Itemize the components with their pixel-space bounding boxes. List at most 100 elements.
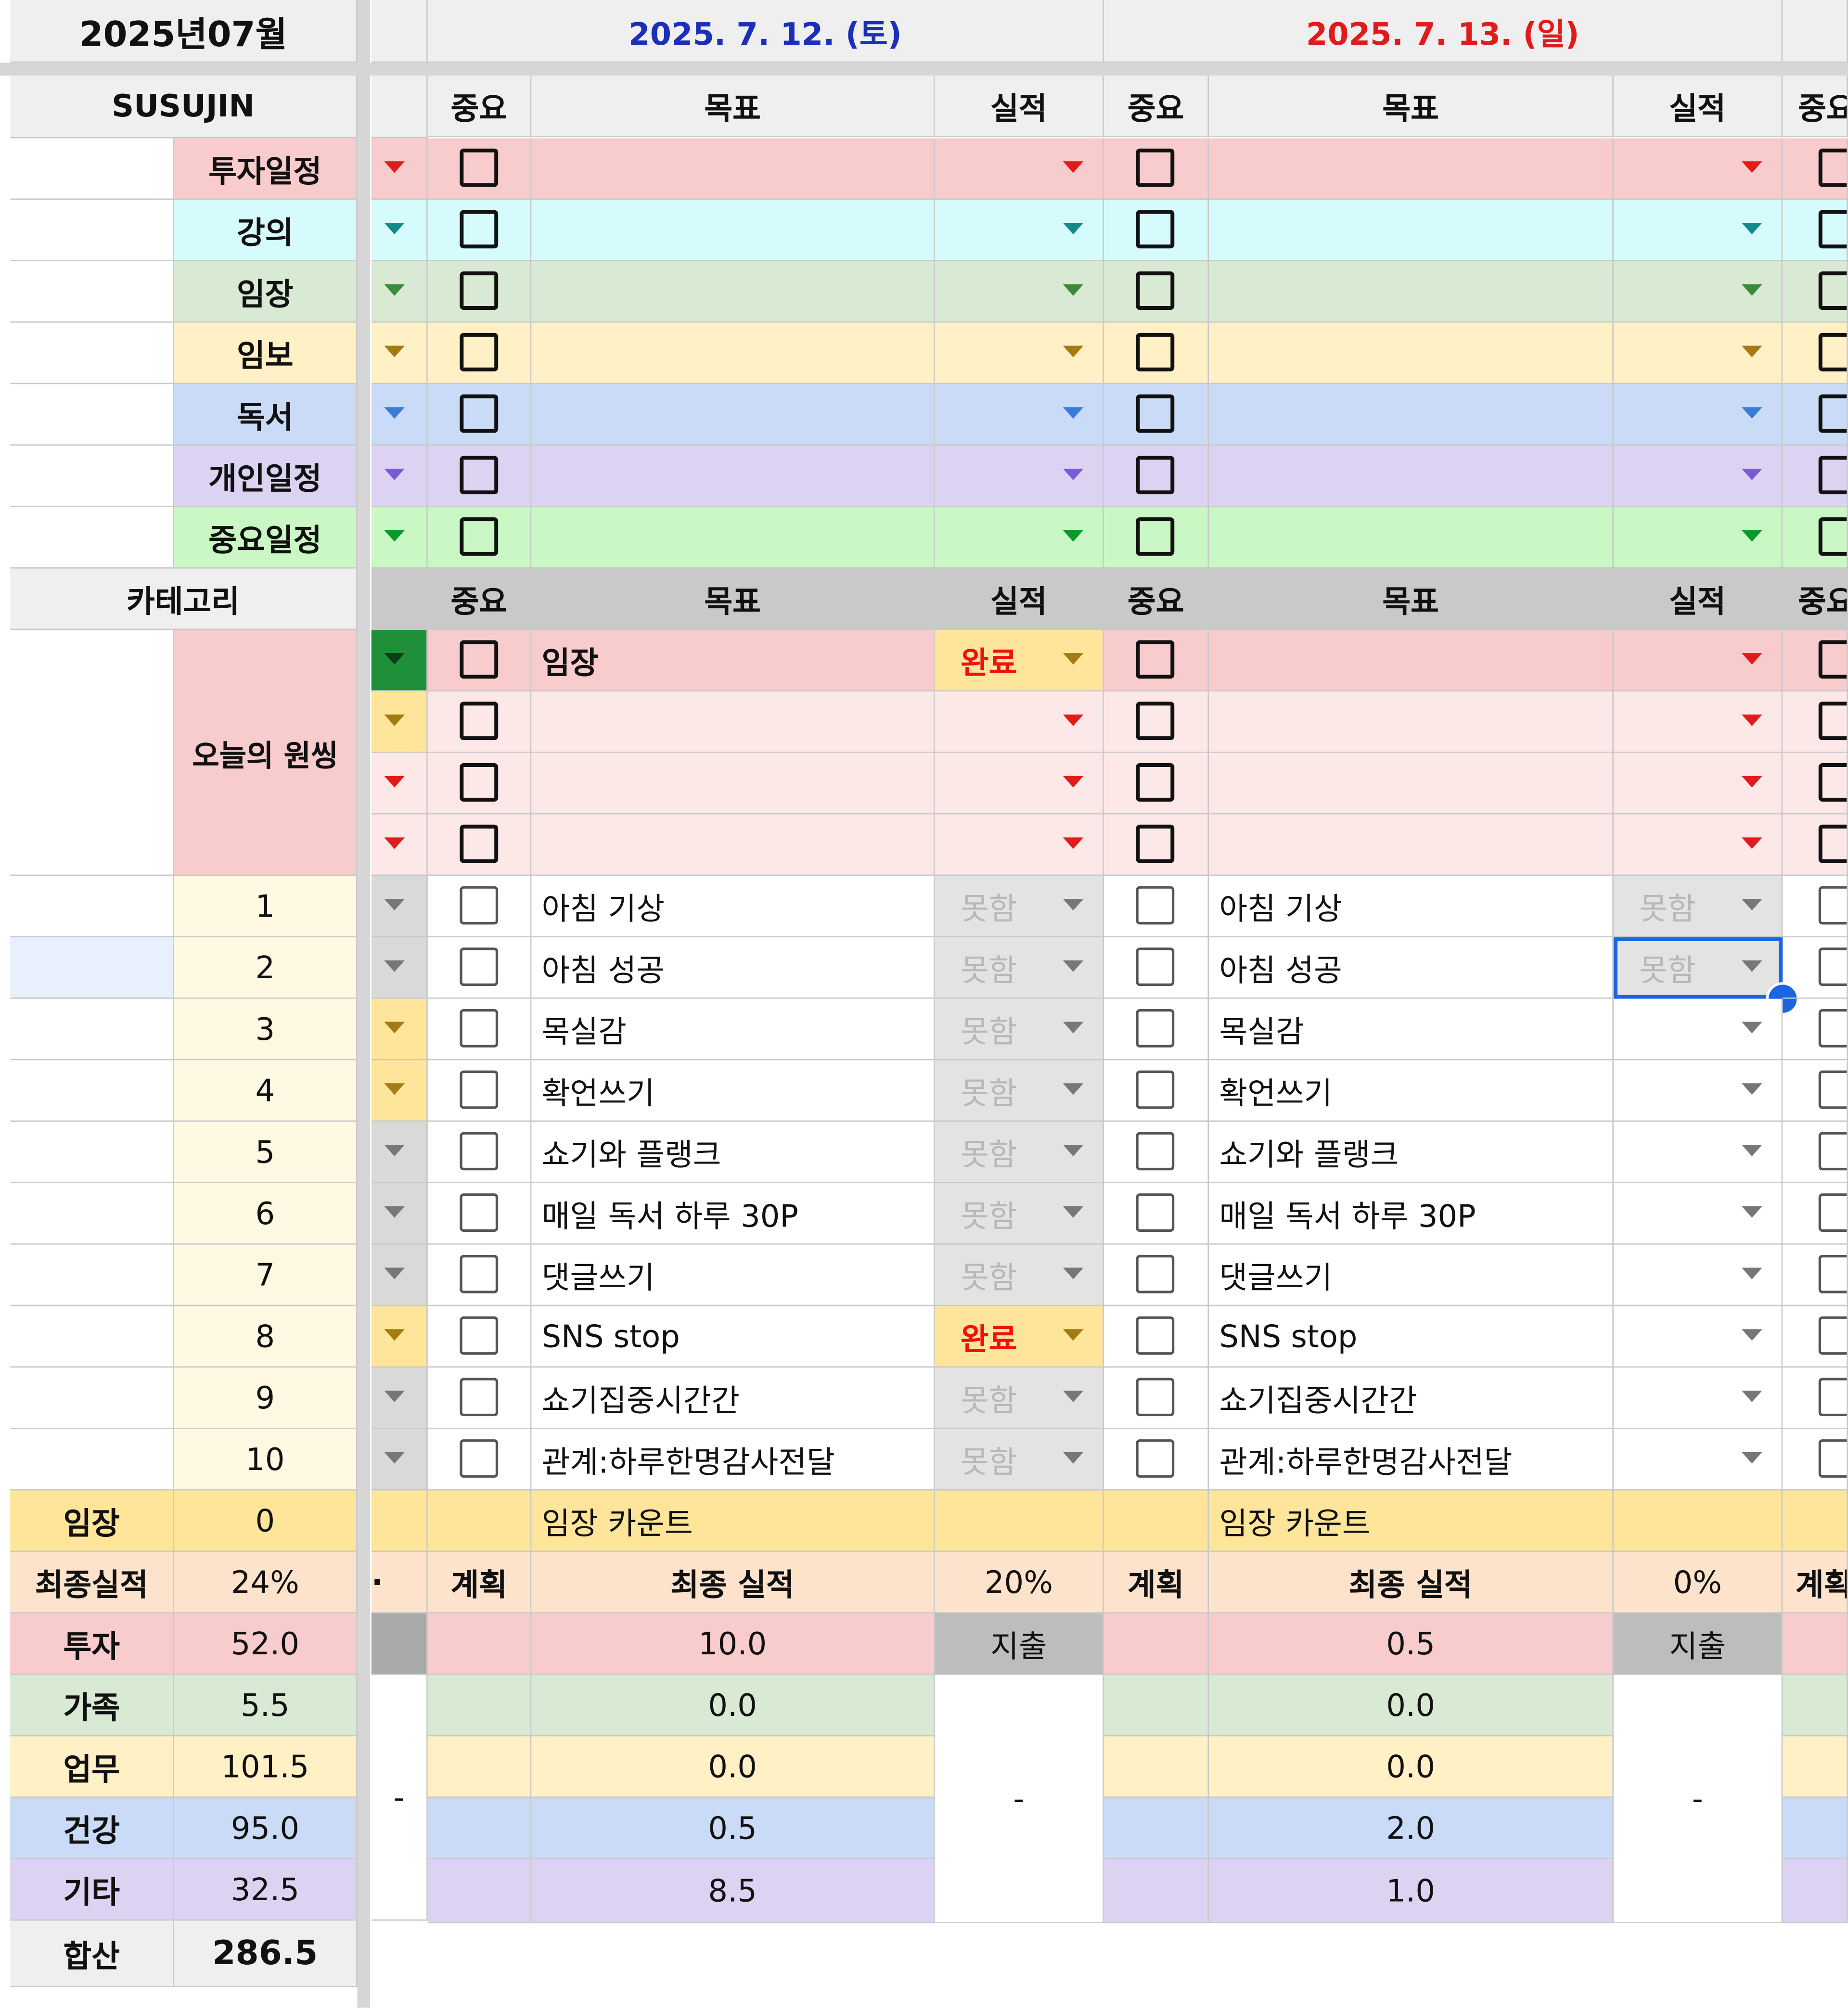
dropdown-arrow-icon[interactable] (384, 1452, 405, 1464)
important-checkbox-cell[interactable] (1104, 138, 1209, 200)
important-checkbox-cell[interactable] (1104, 998, 1209, 1061)
important-checkbox-cell[interactable] (1104, 322, 1209, 384)
checkbox[interactable] (1136, 1070, 1175, 1109)
important-checkbox-cell[interactable] (1104, 1306, 1209, 1368)
checkbox[interactable] (459, 148, 498, 187)
checkbox[interactable] (459, 1132, 498, 1171)
checkbox[interactable] (459, 763, 498, 802)
dropdown-cell[interactable] (371, 446, 428, 507)
checkbox[interactable] (1136, 333, 1175, 371)
habit-result-dropdown[interactable]: 못함 (935, 998, 1104, 1061)
goal-cell[interactable] (1209, 630, 1614, 691)
dropdown-arrow-icon[interactable] (1742, 530, 1762, 542)
goal-cell[interactable] (531, 691, 935, 753)
frozen-row-divider[interactable] (0, 63, 1848, 76)
result-dropdown[interactable] (935, 138, 1104, 200)
important-checkbox-cell[interactable] (427, 200, 532, 261)
important-checkbox-cell[interactable] (1104, 200, 1209, 261)
dropdown-arrow-icon[interactable] (384, 714, 405, 726)
checkbox[interactable] (1818, 1378, 1847, 1417)
checkbox[interactable] (459, 333, 498, 371)
dropdown-arrow-icon[interactable] (1063, 345, 1084, 358)
important-checkbox-cell[interactable] (427, 384, 532, 446)
dropdown-arrow-icon[interactable] (1063, 714, 1084, 726)
dropdown-arrow-icon[interactable] (1063, 1390, 1084, 1402)
habit-goal[interactable]: 목실감 (1209, 998, 1614, 1061)
habit-result-dropdown[interactable] (1613, 1244, 1783, 1306)
checkbox[interactable] (1818, 394, 1847, 433)
dropdown-arrow-icon[interactable] (384, 161, 405, 173)
dropdown-arrow-icon[interactable] (1063, 530, 1084, 542)
dropdown-cell[interactable] (371, 261, 428, 323)
habit-goal[interactable]: 매일 독서 하루 30P (531, 1183, 935, 1245)
checkbox[interactable] (459, 1070, 498, 1109)
dropdown-cell[interactable] (371, 200, 428, 261)
checkbox[interactable] (1136, 1378, 1175, 1417)
result-dropdown[interactable] (1613, 507, 1783, 569)
checkbox[interactable] (1818, 148, 1847, 187)
result-dropdown[interactable] (935, 322, 1104, 384)
habit-goal[interactable]: 아침 성공 (531, 937, 935, 999)
goal-cell[interactable] (531, 200, 935, 261)
dropdown-arrow-icon[interactable] (1063, 223, 1084, 234)
checkbox[interactable] (1818, 1132, 1847, 1171)
checkbox[interactable] (1136, 1439, 1175, 1478)
goal-cell[interactable] (1209, 384, 1614, 446)
habit-result-dropdown[interactable] (1613, 1429, 1783, 1491)
habit-result-dropdown[interactable] (1613, 1183, 1783, 1245)
habit-result-dropdown[interactable]: 못함 (935, 1244, 1104, 1306)
checkbox[interactable] (1818, 1254, 1847, 1293)
dropdown-arrow-icon[interactable] (1742, 1083, 1762, 1095)
goal-cell[interactable] (531, 261, 935, 323)
checkbox[interactable] (1136, 1254, 1175, 1293)
dropdown-arrow-icon[interactable] (1063, 1329, 1084, 1341)
dropdown-arrow-icon[interactable] (384, 1390, 405, 1402)
dropdown-arrow-icon[interactable] (384, 284, 405, 296)
dropdown-cell[interactable] (371, 753, 428, 815)
checkbox[interactable] (459, 271, 498, 310)
dropdown-arrow-icon[interactable] (384, 899, 405, 911)
checkbox[interactable] (1818, 640, 1847, 679)
dropdown-arrow-icon[interactable] (1742, 1267, 1762, 1279)
important-checkbox-cell[interactable] (1104, 876, 1209, 937)
habit-goal[interactable]: 매일 독서 하루 30P (1209, 1183, 1614, 1245)
habit-result-dropdown[interactable] (1613, 1306, 1783, 1368)
dropdown-arrow-icon[interactable] (1742, 776, 1762, 788)
checkbox[interactable] (1818, 824, 1847, 863)
checkbox[interactable] (1136, 148, 1175, 187)
checkbox[interactable] (1136, 1316, 1175, 1355)
important-checkbox-cell[interactable] (427, 1244, 532, 1306)
important-checkbox-cell[interactable] (1104, 446, 1209, 507)
dropdown-arrow-icon[interactable] (1063, 776, 1084, 788)
habit-result-dropdown[interactable]: 완료 (935, 1306, 1104, 1368)
checkbox[interactable] (1818, 1439, 1847, 1478)
checkbox[interactable] (1136, 394, 1175, 433)
checkbox[interactable] (1136, 947, 1175, 986)
dropdown-arrow-icon[interactable] (1742, 407, 1762, 419)
goal-cell[interactable] (531, 814, 935, 876)
important-checkbox-cell[interactable] (427, 1183, 532, 1245)
checkbox[interactable] (1818, 1070, 1847, 1109)
dropdown-arrow-icon[interactable] (1742, 223, 1762, 234)
important-checkbox-cell[interactable] (427, 691, 532, 753)
checkbox[interactable] (1818, 1009, 1847, 1048)
dropdown-cell[interactable] (371, 1368, 428, 1429)
goal-cell[interactable] (531, 384, 935, 446)
result-dropdown[interactable] (935, 753, 1104, 815)
result-dropdown[interactable] (1613, 691, 1783, 753)
habit-goal[interactable]: 아침 기상 (531, 876, 935, 937)
dropdown-arrow-icon[interactable] (384, 1267, 405, 1279)
checkbox[interactable] (1818, 886, 1847, 925)
goal-cell[interactable] (1209, 446, 1614, 507)
habit-result-dropdown[interactable] (1613, 1060, 1783, 1122)
dropdown-cell[interactable] (371, 937, 428, 999)
result-dropdown[interactable] (1613, 753, 1783, 815)
habit-goal[interactable]: 쇼기와 플랭크 (1209, 1122, 1614, 1183)
result-dropdown[interactable] (1613, 384, 1783, 446)
habit-goal[interactable]: 확언쓰기 (531, 1060, 935, 1122)
habit-goal[interactable]: 관계:하루한명감사전달 (1209, 1429, 1614, 1491)
checkbox[interactable] (1136, 456, 1175, 495)
important-checkbox-cell[interactable] (427, 630, 532, 691)
result-dropdown[interactable] (1613, 200, 1783, 261)
habit-result-dropdown[interactable]: 못함 (935, 1368, 1104, 1429)
